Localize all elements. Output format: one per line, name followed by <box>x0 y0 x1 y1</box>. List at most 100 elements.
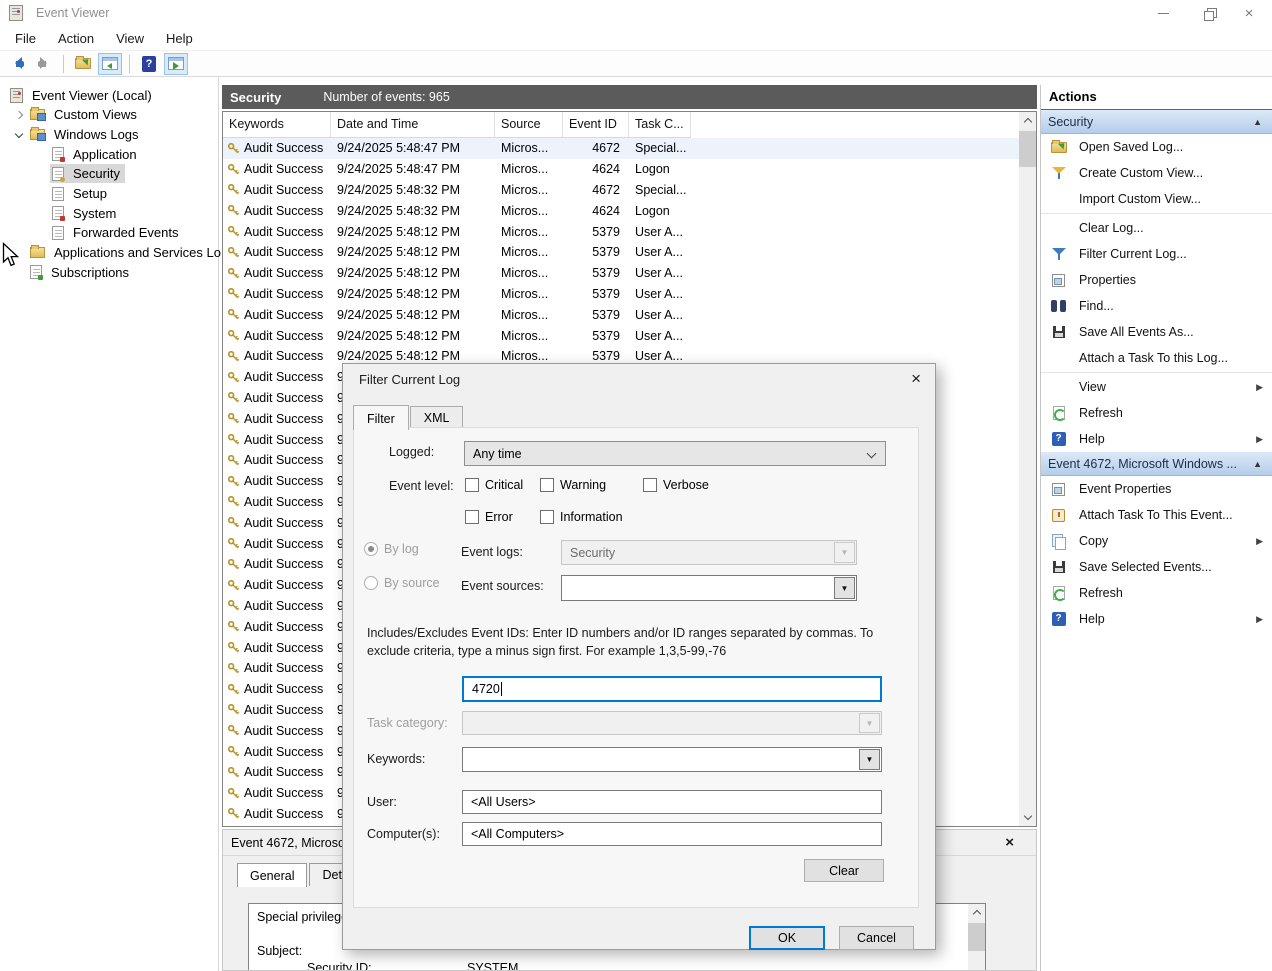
menu-file[interactable]: File <box>4 28 47 49</box>
action-filter-current-log[interactable]: Filter Current Log... <box>1041 241 1272 267</box>
column-header-date-and-time[interactable]: Date and Time <box>331 112 495 137</box>
event-row[interactable]: Audit Success9/24/2025 5:48:12 PMMicros.… <box>223 221 1019 242</box>
datetime-cell: 9/24/2025 5:48:32 PM <box>331 183 495 197</box>
tree-item-event-viewer-local-[interactable]: Event Viewer (Local) <box>8 85 157 105</box>
minimize-button[interactable] <box>1140 0 1186 26</box>
action-view[interactable]: View▶ <box>1041 374 1272 400</box>
action-help[interactable]: ?Help▶ <box>1041 606 1272 632</box>
action-save-selected-events[interactable]: Save Selected Events... <box>1041 554 1272 580</box>
checkbox-verbose[interactable]: Verbose <box>643 478 709 492</box>
event-id-cell: 5379 <box>563 225 629 239</box>
event-row[interactable]: Audit Success9/24/2025 5:48:47 PMMicros.… <box>223 138 1019 159</box>
keywords-value: Audit Success <box>244 641 323 655</box>
tree-item-applications-and-services-lo[interactable]: Applications and Services Lo <box>10 243 226 263</box>
column-header-keywords[interactable]: Keywords <box>223 112 331 137</box>
dialog-tab-xml[interactable]: XML <box>410 406 464 429</box>
action-refresh[interactable]: Refresh <box>1041 400 1272 426</box>
by-source-radio[interactable]: By source <box>364 576 440 590</box>
action-create-custom-view[interactable]: Create Custom View... <box>1041 160 1272 186</box>
event-row[interactable]: Audit Success9/24/2025 5:48:12 PMMicros.… <box>223 284 1019 305</box>
forward-button[interactable] <box>32 53 56 75</box>
dropdown-button[interactable]: ▼ <box>859 749 880 770</box>
toggle-console-tree-button[interactable] <box>98 53 122 75</box>
action-find[interactable]: Find... <box>1041 293 1272 319</box>
collapse-icon[interactable]: ▲ <box>1253 459 1262 469</box>
tree-item-forwarded-events[interactable]: Forwarded Events <box>50 223 184 243</box>
dropdown-button[interactable]: ▼ <box>834 577 855 599</box>
scroll-down-button[interactable] <box>1019 809 1036 826</box>
clear-button[interactable]: Clear <box>804 859 884 882</box>
cancel-button[interactable]: Cancel <box>839 926 914 950</box>
action-properties[interactable]: Properties <box>1041 267 1272 293</box>
ok-button[interactable]: OK <box>749 926 825 950</box>
computers-input[interactable]: <All Computers> <box>462 822 882 846</box>
expander-collapsed-icon[interactable] <box>10 112 28 118</box>
back-button[interactable] <box>5 53 29 75</box>
by-log-radio[interactable]: By log <box>364 542 419 556</box>
checkbox-warning[interactable]: Warning <box>540 478 606 492</box>
action-attach-task-to-this-event[interactable]: Attach Task To This Event... <box>1041 502 1272 528</box>
help-toolbar-button[interactable]: ? <box>137 53 161 75</box>
event-ids-input[interactable]: 4720 <box>462 676 882 702</box>
toggle-action-pane-button[interactable] <box>164 53 188 75</box>
column-header-source[interactable]: Source <box>495 112 563 137</box>
close-window-button[interactable]: × <box>1226 0 1272 26</box>
scroll-up-button[interactable] <box>1019 112 1036 129</box>
preview-tab-general[interactable]: General <box>237 863 307 887</box>
dialog-tab-filter[interactable]: Filter <box>353 405 409 430</box>
event-list-scrollbar[interactable] <box>1019 112 1036 826</box>
tree-item-custom-views[interactable]: Custom Views <box>10 105 142 125</box>
action-copy[interactable]: Copy▶ <box>1041 528 1272 554</box>
event-row[interactable]: Audit Success9/24/2025 5:48:32 PMMicros.… <box>223 200 1019 221</box>
column-header-event-id[interactable]: Event ID <box>563 112 629 137</box>
security-log-icon <box>52 167 64 181</box>
menu-view[interactable]: View <box>105 28 155 49</box>
event-sources-dropdown[interactable]: ▼ <box>561 575 857 601</box>
checkbox-error[interactable]: Error <box>465 510 513 524</box>
collapse-icon[interactable]: ▲ <box>1253 117 1262 127</box>
tree-item-application[interactable]: Application <box>50 144 142 164</box>
keywords-value: Audit Success <box>244 391 323 405</box>
scrollbar-thumb[interactable] <box>1019 131 1036 167</box>
actions-section-header-event[interactable]: Event 4672, Microsoft Windows ...▲ <box>1041 452 1272 476</box>
tree-item-subscriptions[interactable]: Subscriptions <box>10 262 134 282</box>
checkbox-critical[interactable]: Critical <box>465 478 523 492</box>
action-open-saved-log[interactable]: Open Saved Log... <box>1041 134 1272 160</box>
event-row[interactable]: Audit Success9/24/2025 5:48:12 PMMicros.… <box>223 325 1019 346</box>
checkbox-information[interactable]: Information <box>540 510 623 524</box>
submenu-arrow-icon: ▶ <box>1256 434 1263 445</box>
preview-scrollbar[interactable] <box>968 904 985 971</box>
open-saved-log-toolbar-button[interactable] <box>71 53 95 75</box>
action-save-all-events-as[interactable]: Save All Events As... <box>1041 319 1272 345</box>
event-row[interactable]: Audit Success9/24/2025 5:48:47 PMMicros.… <box>223 159 1019 180</box>
dialog-close-button[interactable]: × <box>911 369 921 389</box>
logged-dropdown[interactable]: Any time <box>464 441 886 466</box>
preview-close-button[interactable]: × <box>1005 834 1014 851</box>
audit-success-key-icon <box>227 204 240 217</box>
action-clear-log[interactable]: Clear Log... <box>1041 215 1272 241</box>
tree-item-system[interactable]: System <box>50 203 121 223</box>
column-header-task-c-[interactable]: Task C... <box>629 112 691 137</box>
expander-expanded-icon[interactable] <box>10 131 28 137</box>
keywords-dropdown[interactable]: ▼ <box>462 747 882 772</box>
event-row[interactable]: Audit Success9/24/2025 5:48:32 PMMicros.… <box>223 180 1019 201</box>
action-import-custom-view[interactable]: Import Custom View... <box>1041 186 1272 212</box>
action-help[interactable]: ?Help▶ <box>1041 426 1272 452</box>
action-attach-a-task-to-this-log[interactable]: Attach a Task To this Log... <box>1041 345 1272 371</box>
audit-success-key-icon <box>227 745 240 758</box>
datetime-cell: 9/24/2025 5:48:12 PM <box>331 349 495 363</box>
menu-help[interactable]: Help <box>155 28 204 49</box>
event-row[interactable]: Audit Success9/24/2025 5:48:12 PMMicros.… <box>223 304 1019 325</box>
user-input[interactable]: <All Users> <box>462 790 882 814</box>
actions-section-header-security[interactable]: Security▲ <box>1041 110 1272 134</box>
tree-item-setup[interactable]: Setup <box>50 184 112 204</box>
event-row[interactable]: Audit Success9/24/2025 5:48:12 PMMicros.… <box>223 242 1019 263</box>
action-event-properties[interactable]: Event Properties <box>1041 476 1272 502</box>
action-refresh[interactable]: Refresh <box>1041 580 1272 606</box>
menu-action[interactable]: Action <box>47 28 105 49</box>
scrollbar-thumb[interactable] <box>968 923 985 951</box>
event-row[interactable]: Audit Success9/24/2025 5:48:12 PMMicros.… <box>223 263 1019 284</box>
scroll-up-button[interactable] <box>968 904 985 921</box>
tree-item-security[interactable]: Security <box>50 164 125 184</box>
tree-item-windows-logs[interactable]: Windows Logs <box>10 124 144 144</box>
